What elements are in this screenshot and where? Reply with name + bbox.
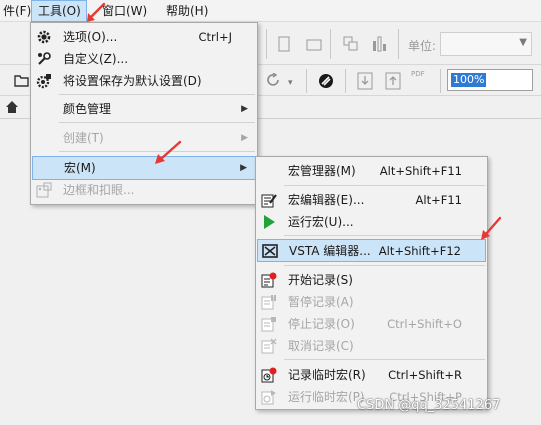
toolbar-separator	[266, 29, 267, 59]
save-settings-gear-icon	[36, 73, 52, 89]
menu-item-shortcut: Alt+Shift+F11	[379, 164, 462, 178]
menu-item-record-temp-macro[interactable]: 记录临时宏(R) Ctrl+Shift+R	[257, 364, 486, 386]
submenu-arrow-icon: ▶	[240, 163, 247, 173]
menu-item-shortcut: Alt+Shift+F12	[378, 244, 461, 258]
menu-item-macros[interactable]: 宏(M) ▶	[32, 156, 256, 180]
export-icon[interactable]	[385, 72, 401, 94]
menu-separator	[284, 359, 485, 360]
menu-item-label: 宏(M)	[64, 161, 96, 175]
menu-item-shortcut: Alt+F11	[415, 193, 462, 207]
menu-separator	[59, 94, 255, 95]
menu-item-pause-recording[interactable]: 暂停记录(A)	[257, 291, 486, 313]
landscape-page-icon[interactable]	[306, 39, 322, 55]
record-cancel-icon	[261, 338, 277, 354]
macro-editor-icon	[261, 192, 277, 208]
menu-item-cancel-recording[interactable]: 取消记录(C)	[257, 335, 486, 357]
menu-item-label: 颜色管理	[63, 102, 112, 116]
open-folder-icon[interactable]	[14, 72, 30, 92]
unit-select[interactable]: ▼	[440, 32, 532, 56]
unit-label: 单位:	[408, 39, 437, 53]
menu-item-shortcut: Ctrl+Shift+O	[387, 317, 462, 331]
tools-dropdown: 选项(O)... Ctrl+J 自定义(Z)... 将设置保存为默认设置(D) …	[30, 22, 258, 205]
menu-item-stop-recording[interactable]: 停止记录(O) Ctrl+Shift+O	[257, 313, 486, 335]
menu-item-start-recording[interactable]: 开始记录(S)	[257, 269, 486, 291]
toolbar-separator	[398, 29, 399, 59]
menu-separator	[284, 265, 485, 266]
menu-item-shortcut: Ctrl+J	[198, 30, 233, 44]
menu-tools[interactable]: 工具(O)	[31, 0, 87, 22]
toolbar-separator	[330, 29, 331, 59]
menu-help[interactable]: 帮助(H)	[160, 0, 214, 22]
menu-item-border-grommet[interactable]: 边框和扣眼...	[32, 179, 256, 201]
menu-item-label: VSTA 编辑器...	[289, 244, 371, 258]
menu-item-label: 取消记录(C)	[288, 339, 354, 353]
vsta-editor-icon	[262, 243, 278, 259]
menu-separator	[284, 235, 485, 236]
run-temp-icon	[261, 389, 277, 405]
menu-item-label: 宏编辑器(E)...	[288, 193, 365, 207]
chevron-down-icon: ▼	[519, 37, 527, 48]
record-start-icon	[261, 272, 277, 288]
menu-item-label: 自定义(Z)...	[63, 52, 129, 66]
menubar: 件(F) 工具(O) 窗口(W) 帮助(H)	[0, 0, 541, 22]
portrait-page-icon[interactable]	[278, 36, 290, 56]
menu-item-color-management[interactable]: 颜色管理 ▶	[32, 98, 256, 120]
record-stop-icon	[261, 316, 277, 332]
menu-item-label: 暂停记录(A)	[288, 295, 354, 309]
zoom-value: 100%	[451, 73, 487, 87]
gear-icon	[36, 29, 52, 45]
record-temp-icon	[261, 367, 277, 383]
annotation-arrow-vsta	[481, 216, 502, 240]
menu-item-customize[interactable]: 自定义(Z)...	[32, 48, 256, 70]
annotation-arrow-tools	[87, 2, 106, 22]
current-page-icon[interactable]	[372, 36, 388, 56]
menu-item-create[interactable]: 创建(T) ▶	[32, 127, 256, 149]
menu-item-label: 开始记录(S)	[288, 273, 353, 287]
home-icon[interactable]	[5, 100, 19, 117]
toolbar-separator	[306, 69, 307, 93]
menu-item-shortcut: Ctrl+Shift+R	[388, 368, 462, 382]
annotation-arrow-macro	[155, 140, 182, 164]
record-pause-icon	[261, 294, 277, 310]
menu-item-macro-editor[interactable]: 宏编辑器(E)... Alt+F11	[257, 189, 486, 211]
border-grommet-icon	[36, 182, 52, 198]
menu-item-macro-manager[interactable]: 宏管理器(M) Alt+Shift+F11	[257, 160, 486, 182]
menu-item-vsta-editor[interactable]: VSTA 编辑器... Alt+Shift+F12	[257, 239, 486, 262]
menu-separator	[284, 185, 485, 186]
toolbar-separator	[440, 69, 441, 93]
menu-separator	[59, 122, 255, 123]
macro-submenu: 宏管理器(M) Alt+Shift+F11 宏编辑器(E)... Alt+F11…	[255, 156, 488, 410]
zoom-select[interactable]: 100%	[447, 69, 533, 91]
toolbar-separator	[345, 69, 346, 93]
submenu-arrow-icon: ▶	[241, 104, 248, 114]
submenu-arrow-icon: ▶	[241, 133, 248, 143]
menu-item-label: 运行临时宏(P)	[288, 390, 365, 404]
menu-item-options[interactable]: 选项(O)... Ctrl+J	[32, 26, 256, 48]
menu-item-label: 选项(O)...	[63, 30, 118, 44]
menu-item-save-defaults[interactable]: 将设置保存为默认设置(D)	[32, 70, 256, 92]
chevron-down-icon[interactable]: ▾	[288, 75, 293, 91]
menu-item-label: 运行宏(U)...	[288, 215, 354, 229]
pdf-export-icon[interactable]: PDF	[411, 70, 425, 78]
customize-tools-icon	[36, 51, 52, 67]
menu-item-run-macro[interactable]: 运行宏(U)...	[257, 211, 486, 233]
import-icon[interactable]	[357, 72, 373, 94]
menu-item-label: 创建(T)	[63, 131, 104, 145]
menu-item-label: 将设置保存为默认设置(D)	[63, 74, 202, 88]
watermark: CSDN @qq_32541267	[357, 398, 501, 413]
play-icon	[261, 214, 277, 230]
menu-item-label: 停止记录(O)	[288, 317, 355, 331]
menu-item-label: 边框和扣眼...	[63, 183, 135, 197]
all-pages-icon[interactable]	[343, 36, 359, 56]
redo-icon[interactable]	[266, 72, 282, 91]
corel-connect-icon[interactable]	[318, 73, 334, 93]
menu-item-label: 记录临时宏(R)	[288, 368, 366, 382]
menu-item-label: 宏管理器(M)	[288, 164, 356, 178]
